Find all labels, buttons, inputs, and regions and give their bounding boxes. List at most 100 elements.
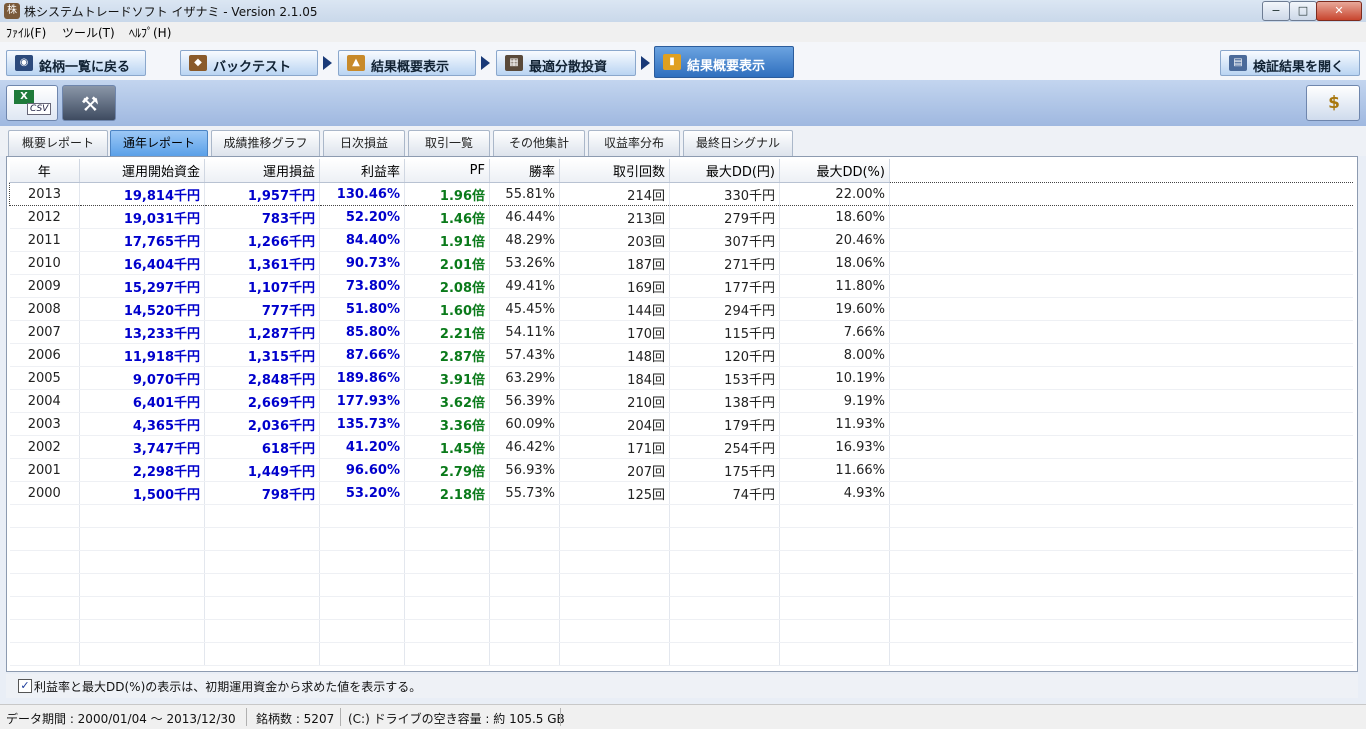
annual-report-grid[interactable]: 年 運用開始資金 運用損益 利益率 PF 勝率 取引回数 最大DD(円) 最大D… — [6, 156, 1358, 672]
empty-cell — [779, 573, 890, 597]
table-row[interactable]: 2007 13,233千円 1,287千円 85.80% 2.21倍 54.11% 170回… — [9, 320, 1353, 344]
tab-other-stats[interactable]: その他集計 — [493, 130, 585, 156]
empty-cell — [319, 550, 405, 574]
cell-start-capital: 17,765千円 — [79, 228, 205, 252]
money-button[interactable]: $ — [1306, 85, 1360, 121]
cell-max-dd-yen: 153千円 — [669, 366, 780, 390]
empty-cell — [669, 550, 780, 574]
empty-cell — [319, 619, 405, 643]
cell-max-dd-yen: 254千円 — [669, 435, 780, 459]
tab-performance-graph[interactable]: 成績推移グラフ — [211, 130, 320, 156]
empty-cell — [889, 619, 1353, 643]
workflow-toolbar: ◉ 銘柄一覧に戻る ◆ バックテスト ▲ 結果概要表示 ▦ 最適分散投資 ▮ 結… — [0, 42, 1366, 81]
column-header-trade-count[interactable]: 取引回数 — [559, 159, 670, 183]
cell-win-rate: 57.43% — [489, 343, 560, 367]
table-row[interactable]: 2000 1,500千円 798千円 53.20% 2.18倍 55.73% 125回 74千… — [9, 481, 1353, 505]
optimal-allocation-label: 最適分散投資 — [529, 60, 608, 75]
cell-start-capital: 14,520千円 — [79, 297, 205, 321]
optimal-allocation-button[interactable]: ▦ 最適分散投資 — [496, 50, 636, 76]
menu-help[interactable]: ﾍﾙﾌﾟ(H) — [129, 24, 171, 41]
csv-export-button[interactable]: X CSV — [6, 85, 58, 121]
minimize-button[interactable]: − — [1262, 1, 1290, 21]
cell-profit-rate: 85.80% — [319, 320, 405, 344]
backtest-button[interactable]: ◆ バックテスト — [180, 50, 318, 76]
tab-annual-report[interactable]: 通年レポート — [110, 130, 208, 156]
initial-capital-basis-checkbox[interactable]: ✓ — [18, 679, 32, 693]
step-arrow-icon — [323, 56, 332, 70]
tools-button[interactable]: ⚒ — [62, 85, 116, 121]
cell-profit-rate: 90.73% — [319, 251, 405, 275]
tab-return-distribution[interactable]: 収益率分布 — [588, 130, 680, 156]
cell-pf: 2.21倍 — [404, 320, 490, 344]
result-summary-button[interactable]: ▲ 結果概要表示 — [338, 50, 476, 76]
cell-max-dd-pct: 8.00% — [779, 343, 890, 367]
empty-row — [9, 619, 1353, 643]
table-row[interactable]: 2009 15,297千円 1,107千円 73.80% 2.08倍 49.41% 169回… — [9, 274, 1353, 298]
active-result-summary-button[interactable]: ▮ 結果概要表示 — [654, 46, 794, 78]
table-row[interactable]: 2002 3,747千円 618千円 41.20% 1.45倍 46.42% 171回 254… — [9, 435, 1353, 459]
table-row[interactable]: 2010 16,404千円 1,361千円 90.73% 2.01倍 53.26% 187回… — [9, 251, 1353, 275]
table-row[interactable]: 2006 11,918千円 1,315千円 87.66% 2.87倍 57.43% 148回… — [9, 343, 1353, 367]
cell-max-dd-pct: 11.66% — [779, 458, 890, 482]
empty-cell — [79, 527, 205, 551]
result-summary-label: 結果概要表示 — [371, 60, 450, 75]
column-header-year[interactable]: 年 — [9, 159, 80, 183]
cell-pnl: 798千円 — [204, 481, 320, 505]
column-header-profit-rate[interactable]: 利益率 — [319, 159, 405, 183]
cell-filler — [889, 412, 1353, 436]
column-header-pf[interactable]: PF — [404, 159, 490, 183]
empty-cell — [489, 619, 560, 643]
empty-cell — [9, 619, 80, 643]
table-row[interactable]: 2011 17,765千円 1,266千円 84.40% 1.91倍 48.29% 203回… — [9, 228, 1353, 252]
chart-hand-icon: ▲ — [347, 55, 365, 71]
empty-cell — [559, 550, 670, 574]
cell-start-capital: 4,365千円 — [79, 412, 205, 436]
column-header-start-capital[interactable]: 運用開始資金 — [79, 159, 205, 183]
cell-win-rate: 53.26% — [489, 251, 560, 275]
cell-start-capital: 16,404千円 — [79, 251, 205, 275]
close-button[interactable]: ✕ — [1316, 1, 1362, 21]
column-header-win-rate[interactable]: 勝率 — [489, 159, 560, 183]
open-results-label: 検証結果を開く — [1253, 60, 1345, 75]
tab-overview-report[interactable]: 概要レポート — [8, 130, 108, 156]
cell-year: 2002 — [9, 435, 80, 459]
cell-pnl: 783千円 — [204, 205, 320, 229]
active-result-summary-label: 結果概要表示 — [687, 59, 766, 74]
table-row[interactable]: 2012 19,031千円 783千円 52.20% 1.46倍 46.44% 213回 27… — [9, 205, 1353, 229]
open-results-button[interactable]: ▤ 検証結果を開く — [1220, 50, 1360, 76]
menu-file[interactable]: ﾌｧｲﾙ(F) — [6, 24, 46, 41]
empty-cell — [79, 642, 205, 666]
cell-profit-rate: 53.20% — [319, 481, 405, 505]
column-header-max-dd-yen[interactable]: 最大DD(円) — [669, 159, 780, 183]
menu-bar: ﾌｧｲﾙ(F) ツール(T) ﾍﾙﾌﾟ(H) — [0, 22, 1366, 43]
cell-profit-rate: 177.93% — [319, 389, 405, 413]
table-row[interactable]: 2001 2,298千円 1,449千円 96.60% 2.79倍 56.93% 207回 1… — [9, 458, 1353, 482]
column-header-max-dd-pct[interactable]: 最大DD(%) — [779, 159, 890, 183]
empty-cell — [889, 573, 1353, 597]
empty-cell — [404, 596, 490, 620]
table-row[interactable]: 2004 6,401千円 2,669千円 177.93% 3.62倍 56.39% 210回… — [9, 389, 1353, 413]
table-row[interactable]: 2013 19,814千円 1,957千円 130.46% 1.96倍 55.81% 214… — [9, 182, 1353, 206]
empty-cell — [204, 619, 320, 643]
cell-filler — [889, 205, 1353, 229]
empty-row — [9, 573, 1353, 597]
cell-win-rate: 55.81% — [489, 182, 560, 206]
tab-trade-list[interactable]: 取引一覧 — [408, 130, 490, 156]
table-row[interactable]: 2005 9,070千円 2,848千円 189.86% 3.91倍 63.29% 184回… — [9, 366, 1353, 390]
table-row[interactable]: 2008 14,520千円 777千円 51.80% 1.60倍 45.45% 144回 29… — [9, 297, 1353, 321]
cell-profit-rate: 96.60% — [319, 458, 405, 482]
cell-max-dd-pct: 9.19% — [779, 389, 890, 413]
cell-max-dd-pct: 4.93% — [779, 481, 890, 505]
tab-daily-pnl[interactable]: 日次損益 — [323, 130, 405, 156]
status-separator — [560, 708, 561, 726]
menu-tools[interactable]: ツール(T) — [62, 24, 115, 41]
table-header-row: 年 運用開始資金 運用損益 利益率 PF 勝率 取引回数 最大DD(円) 最大D… — [9, 159, 1353, 183]
cell-year: 2005 — [9, 366, 80, 390]
maximize-button[interactable]: □ — [1289, 1, 1317, 21]
cell-filler — [889, 481, 1353, 505]
csv-icon: CSV — [27, 103, 52, 115]
column-header-pnl[interactable]: 運用損益 — [204, 159, 320, 183]
tab-last-day-signal[interactable]: 最終日シグナル — [683, 130, 793, 156]
table-row[interactable]: 2003 4,365千円 2,036千円 135.73% 3.36倍 60.09% 204回… — [9, 412, 1353, 436]
back-to-stock-list-button[interactable]: ◉ 銘柄一覧に戻る — [6, 50, 146, 76]
